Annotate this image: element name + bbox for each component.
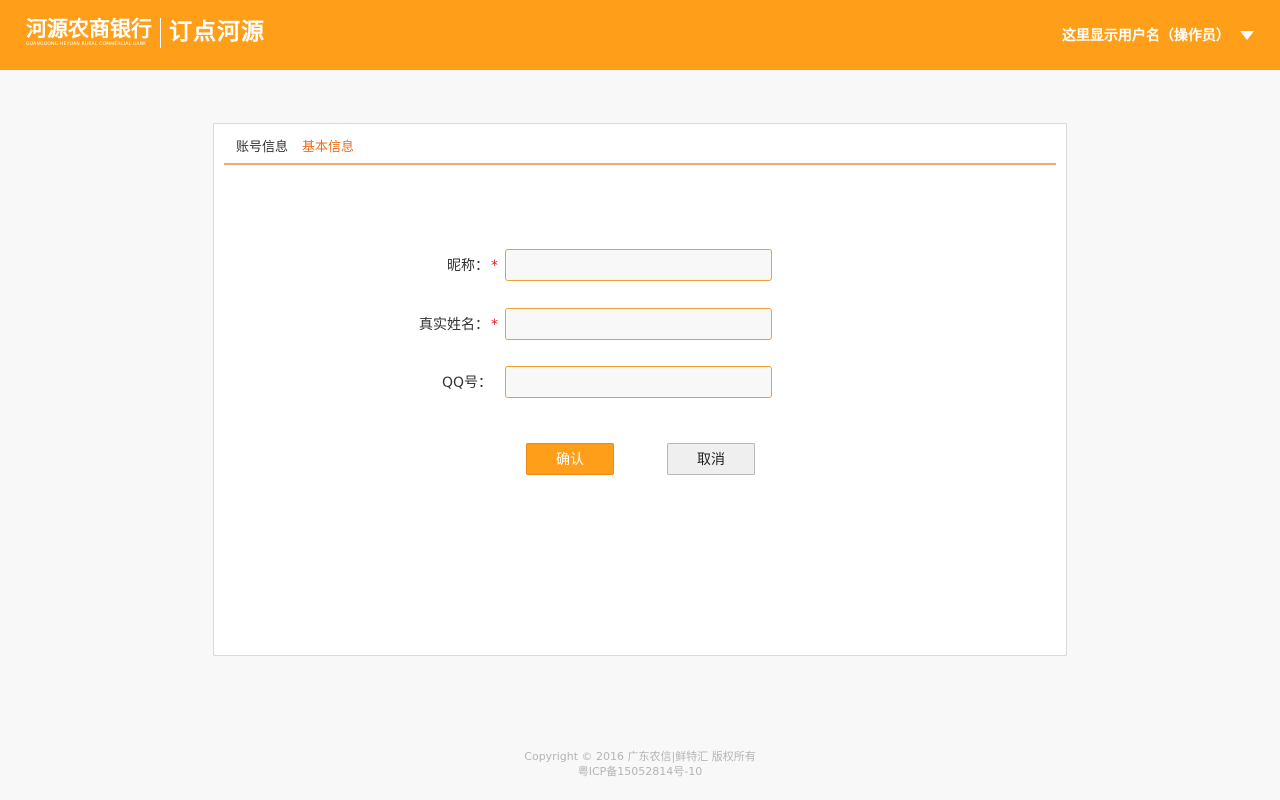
brand-divider: [160, 18, 161, 48]
icp-text: 粤ICP备15052814号-10: [577, 765, 703, 778]
realname-label-text: 真实姓名：: [419, 317, 489, 333]
realname-input[interactable]: [505, 308, 772, 340]
qq-row: QQ号：: [214, 366, 1068, 398]
nickname-label-text: 昵称：: [447, 258, 489, 274]
cancel-button[interactable]: 取消: [667, 443, 755, 475]
qq-label: QQ号：: [442, 372, 492, 392]
nickname-label: 昵称： *: [447, 255, 498, 275]
user-name: 这里显示用户名（操作员）: [1062, 28, 1230, 44]
qq-label-text: QQ号：: [441, 375, 492, 391]
caret-down-icon[interactable]: [1240, 30, 1254, 40]
brand-logo[interactable]: 河源农商银行 GUANGDONG HEYUAN RURAL COMMERCIAL…: [26, 16, 265, 52]
bank-logo: 河源农商银行 GUANGDONG HEYUAN RURAL COMMERCIAL…: [26, 16, 152, 48]
tab-basic-info[interactable]: 基本信息: [302, 136, 354, 155]
bank-name-en: GUANGDONG HEYUAN RURAL COMMERCIAL BANK: [26, 42, 147, 47]
bank-name: 河源农商银行: [26, 17, 152, 41]
tab-bar: 账号信息 基本信息: [224, 124, 1056, 165]
profile-card: 账号信息 基本信息 昵称： * 真实姓名： * QQ号： 确认 取消: [213, 123, 1067, 656]
realname-row: 真实姓名： *: [214, 308, 1068, 340]
tab-account-info[interactable]: 账号信息: [236, 136, 288, 155]
qq-input[interactable]: [505, 366, 772, 398]
confirm-button[interactable]: 确认: [526, 443, 614, 475]
app-name: 订点河源: [169, 19, 265, 45]
footer: Copyright © 2016 广东农信|鲜特汇 版权所有 粤ICP备1505…: [0, 749, 1280, 779]
top-header: 河源农商银行 GUANGDONG HEYUAN RURAL COMMERCIAL…: [0, 0, 1280, 70]
user-menu[interactable]: 这里显示用户名（操作员）: [1062, 24, 1254, 46]
realname-label: 真实姓名： *: [419, 314, 498, 334]
required-mark: *: [491, 258, 498, 274]
required-mark: *: [491, 317, 498, 333]
copyright-text: Copyright © 2016 广东农信|鲜特汇 版权所有: [524, 750, 756, 763]
nickname-row: 昵称： *: [214, 249, 1068, 281]
nickname-input[interactable]: [505, 249, 772, 281]
